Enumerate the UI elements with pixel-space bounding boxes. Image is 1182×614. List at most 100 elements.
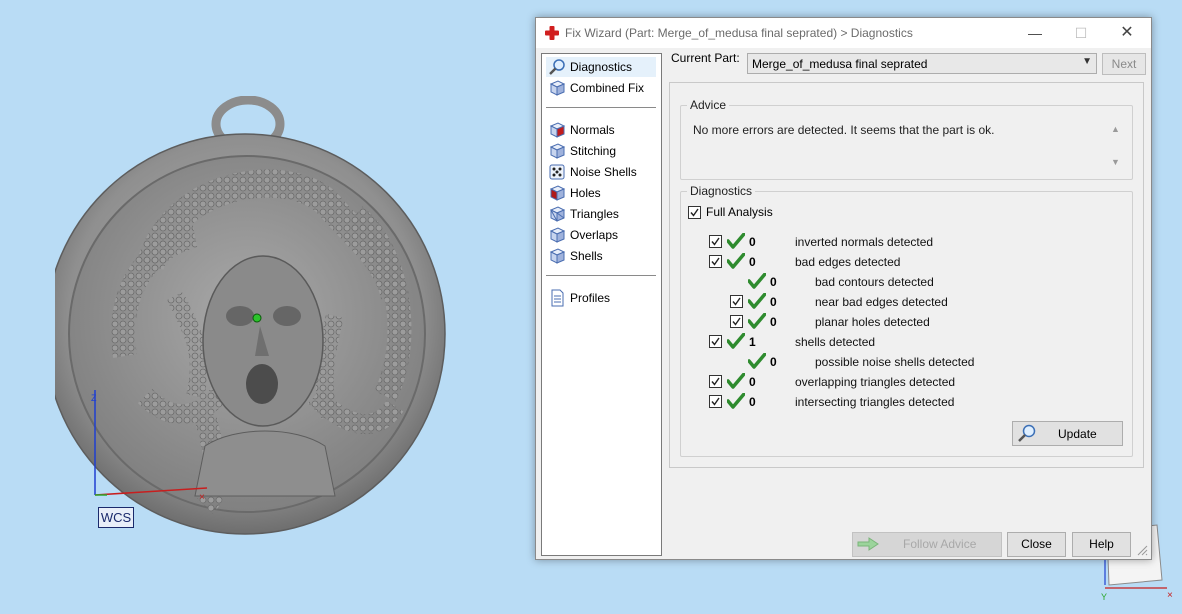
bad-edges-label: bad edges detected (795, 255, 901, 269)
checkmark-icon (711, 397, 720, 406)
cube-icon (549, 143, 566, 159)
y-axis-label: Y (1101, 592, 1107, 602)
nav-item-label: Diagnostics (570, 60, 633, 74)
green-check-icon (727, 333, 745, 349)
nav-item-label: Noise Shells (570, 165, 637, 179)
nav-item-label: Triangles (570, 207, 619, 221)
red-cross-icon (545, 26, 559, 40)
checkmark-icon (690, 208, 699, 217)
advice-group: Advice No more errors are detected. It s… (680, 98, 1133, 180)
resize-grip-icon[interactable] (1136, 544, 1148, 556)
shells-checkbox[interactable] (709, 335, 722, 348)
diagnostics-group: Diagnostics Full Analysis 0 inverted nor… (680, 184, 1133, 457)
nav-item-diagnostics[interactable]: Diagnostics (546, 57, 656, 77)
nav-item-label: Holes (570, 186, 601, 200)
near-bad-edges-count: 0 (770, 295, 777, 309)
cube-icon (549, 80, 566, 96)
cube-red-face-icon (549, 122, 566, 138)
arrow-right-icon (857, 537, 879, 551)
maximize-button[interactable]: ☐ (1058, 18, 1104, 48)
advice-text: No more errors are detected. It seems th… (693, 123, 995, 137)
green-check-icon (748, 313, 766, 329)
intersecting-triangles-label: intersecting triangles detected (795, 395, 955, 409)
next-button[interactable]: Next (1102, 53, 1146, 75)
nav-item-triangles[interactable]: Triangles (546, 204, 656, 224)
overlapping-triangles-count: 0 (749, 375, 756, 389)
near-bad-edges-label: near bad edges detected (815, 295, 948, 309)
inverted-normals-checkbox[interactable] (709, 235, 722, 248)
green-check-icon (727, 393, 745, 409)
green-check-icon (748, 353, 766, 369)
nav-item-holes[interactable]: Holes (546, 183, 656, 203)
follow-advice-button[interactable]: Follow Advice (852, 532, 1002, 557)
nav-item-combined-fix[interactable]: Combined Fix (546, 78, 656, 98)
diagnostics-legend: Diagnostics (687, 184, 756, 198)
wizard-nav: Diagnostics Combined Fix Normals Stitchi… (541, 53, 662, 556)
nav-divider (546, 275, 656, 276)
current-part-label: Current Part: (671, 51, 740, 65)
current-part-select[interactable]: Merge_of_medusa final seprated ▼ (747, 53, 1097, 74)
near-bad-edges-checkbox[interactable] (730, 295, 743, 308)
svg-text:×: × (1167, 590, 1173, 601)
nav-divider (546, 107, 656, 108)
nav-item-normals[interactable]: Normals (546, 120, 656, 140)
magnifier-icon (1018, 424, 1036, 442)
wcs-label: WCS (98, 507, 134, 528)
scroll-up-icon[interactable]: ▲ (1111, 124, 1120, 134)
nav-item-label: Overlaps (570, 228, 619, 242)
update-button[interactable]: Update (1012, 421, 1123, 446)
bad-contours-label: bad contours detected (815, 275, 934, 289)
advice-legend: Advice (687, 98, 730, 112)
z-axis-label: Z (91, 393, 97, 403)
nav-item-overlaps[interactable]: Overlaps (546, 225, 656, 245)
follow-advice-label: Follow Advice (903, 537, 977, 551)
nav-item-label: Shells (570, 249, 603, 263)
scroll-down-icon[interactable]: ▼ (1111, 157, 1120, 167)
full-analysis-label: Full Analysis (706, 205, 773, 219)
checkmark-icon (711, 377, 720, 386)
nav-item-shells[interactable]: Shells (546, 246, 656, 266)
inverted-normals-label: inverted normals detected (795, 235, 934, 249)
minimize-button[interactable]: — (1012, 18, 1058, 48)
nav-item-label: Combined Fix (570, 81, 645, 95)
green-check-icon (748, 293, 766, 309)
cube-icon (549, 227, 566, 243)
svg-text:×: × (199, 492, 205, 503)
planar-holes-label: planar holes detected (815, 315, 930, 329)
chevron-down-icon: ▼ (1082, 56, 1092, 67)
close-button[interactable]: Close (1007, 532, 1066, 557)
bad-edges-checkbox[interactable] (709, 255, 722, 268)
checkmark-icon (711, 337, 720, 346)
planar-holes-checkbox[interactable] (730, 315, 743, 328)
intersecting-triangles-count: 0 (749, 395, 756, 409)
nav-item-profiles[interactable]: Profiles (546, 288, 656, 308)
intersecting-triangles-checkbox[interactable] (709, 395, 722, 408)
green-check-icon (727, 373, 745, 389)
bad-contours-count: 0 (770, 275, 777, 289)
nav-item-label: Profiles (570, 291, 611, 305)
nav-item-noise-shells[interactable]: Noise Shells (546, 162, 656, 182)
checkmark-icon (711, 237, 720, 246)
dialog-titlebar[interactable]: Fix Wizard (Part: Merge_of_medusa final … (536, 18, 1151, 48)
document-icon (551, 289, 564, 307)
help-button[interactable]: Help (1072, 532, 1131, 557)
nav-item-stitching[interactable]: Stitching (546, 141, 656, 161)
overlapping-triangles-label: overlapping triangles detected (795, 375, 956, 389)
advice-scrollbar[interactable]: ▲ ▼ (1110, 124, 1122, 170)
fix-wizard-dialog: Fix Wizard (Part: Merge_of_medusa final … (535, 17, 1152, 560)
planar-holes-count: 0 (770, 315, 777, 329)
checkmark-icon (732, 297, 741, 306)
noise-shells-count: 0 (770, 355, 777, 369)
triangles-icon (549, 206, 566, 222)
overlapping-triangles-checkbox[interactable] (709, 375, 722, 388)
full-analysis-checkbox[interactable] (688, 206, 701, 219)
close-window-button[interactable]: ✕ (1104, 18, 1150, 48)
nav-item-label: Stitching (570, 144, 617, 158)
checkmark-icon (732, 317, 741, 326)
magnifier-icon (549, 59, 565, 75)
diagnostics-panel: Advice No more errors are detected. It s… (669, 82, 1144, 468)
green-check-icon (727, 233, 745, 249)
nav-item-label: Normals (570, 123, 615, 137)
cube-hole-icon (549, 185, 566, 201)
inverted-normals-count: 0 (749, 235, 756, 249)
